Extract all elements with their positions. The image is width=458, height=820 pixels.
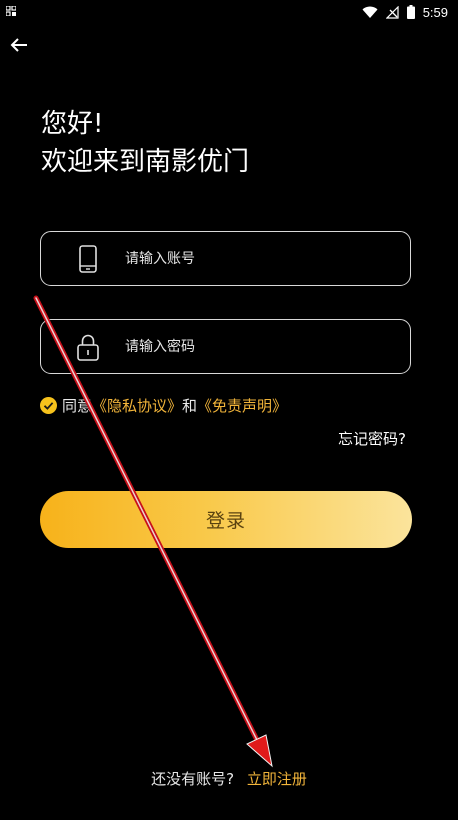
- greeting-heading: 您好! 欢迎来到南影优门: [41, 105, 249, 181]
- register-prompt: 还没有账号?: [151, 770, 235, 788]
- status-icons: 5:59: [362, 3, 448, 21]
- privacy-policy-link[interactable]: 《隐私协议》: [92, 395, 182, 416]
- back-button[interactable]: [8, 34, 30, 56]
- agreement-row: 同意 《隐私协议》 和 《免责声明》: [40, 395, 287, 415]
- arrow-left-icon: [10, 38, 27, 52]
- lock-icon: [77, 333, 99, 361]
- phone-icon: [77, 245, 99, 273]
- register-row: 还没有账号? 立即注册: [0, 768, 458, 789]
- account-field[interactable]: [40, 231, 411, 286]
- status-bar: 5:59: [0, 0, 458, 24]
- greeting-line-2: 欢迎来到南影优门: [41, 147, 250, 177]
- grid-icon: [6, 6, 16, 16]
- account-input[interactable]: [125, 232, 395, 285]
- agreement-conjunction: 和: [182, 396, 198, 415]
- wifi-icon: [362, 6, 378, 18]
- password-field[interactable]: [40, 319, 411, 374]
- battery-icon: [406, 5, 415, 19]
- login-button[interactable]: 登录: [40, 491, 412, 548]
- password-input[interactable]: [125, 320, 395, 373]
- check-circle-icon: [40, 396, 57, 414]
- greeting-line-1: 您好!: [41, 109, 104, 139]
- disclaimer-link[interactable]: 《免责声明》: [197, 395, 287, 416]
- forgot-password-link[interactable]: 忘记密码?: [338, 428, 406, 449]
- no-signal-icon: [385, 5, 399, 19]
- agreement-checkbox[interactable]: [40, 396, 57, 414]
- register-link[interactable]: 立即注册: [247, 770, 307, 788]
- status-time: 5:59: [422, 4, 448, 20]
- agreement-prefix: 同意: [62, 396, 93, 415]
